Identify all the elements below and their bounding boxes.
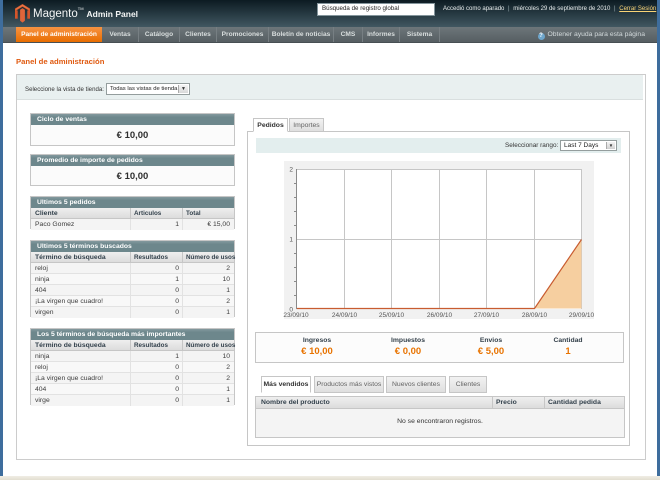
svg-text:2: 2 [289, 167, 293, 174]
svg-text:27/09/10: 27/09/10 [474, 312, 500, 319]
svg-text:1: 1 [289, 237, 293, 244]
svg-text:26/09/10: 26/09/10 [427, 312, 453, 319]
svg-text:28/09/10: 28/09/10 [522, 312, 548, 319]
svg-text:24/09/10: 24/09/10 [332, 312, 358, 319]
svg-text:23/09/10: 23/09/10 [283, 312, 309, 319]
svg-text:29/09/10: 29/09/10 [569, 312, 595, 319]
svg-text:25/09/10: 25/09/10 [379, 312, 405, 319]
